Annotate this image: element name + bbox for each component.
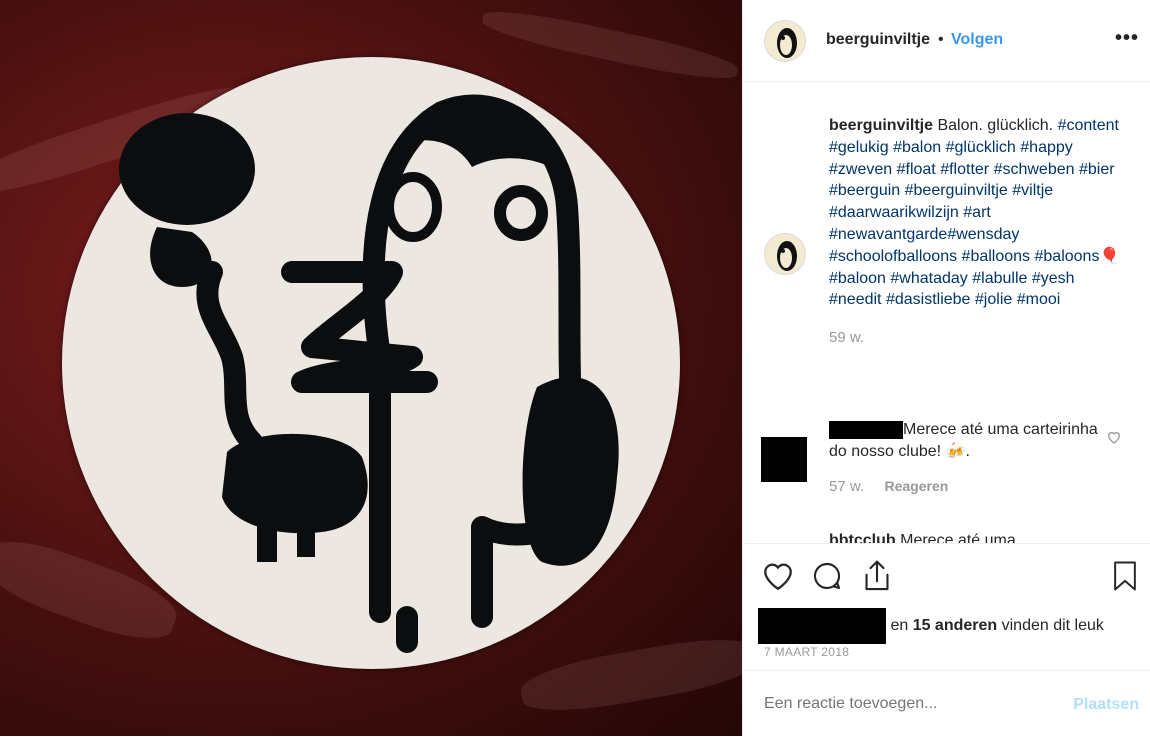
hashtag-link[interactable]: #whataday <box>890 270 967 287</box>
like-heart-icon[interactable] <box>761 560 795 597</box>
comment-item-partial: bbtcclub Merece até uma <box>829 532 1016 543</box>
hashtag-link[interactable]: #art <box>963 204 991 221</box>
hashtag-link[interactable]: #happy <box>1020 139 1073 156</box>
follow-button[interactable]: Volgen <box>951 31 1003 49</box>
hashtag-link[interactable]: #mooi <box>1017 291 1061 308</box>
hashtag-link[interactable]: #schweben <box>994 161 1075 178</box>
hashtag-link[interactable]: #beerguinviltje <box>905 182 1008 199</box>
caption-username[interactable]: beerguinviltje <box>829 117 933 134</box>
hashtag-link[interactable]: #float <box>897 161 936 178</box>
hashtag-link[interactable]: #baloons🎈 <box>1035 248 1120 265</box>
comment-input[interactable] <box>764 695 1044 713</box>
hashtag-link[interactable]: #viltje <box>1012 182 1053 199</box>
post-actions: en 15 anderen vinden dit leuk 7 MAART 20… <box>743 543 1150 736</box>
post-caption: beerguinviltje Balon. glücklich. #conten… <box>829 115 1129 349</box>
hashtag-link[interactable]: #yesh <box>1032 270 1075 287</box>
commenter-avatar-redacted <box>761 437 807 482</box>
comment-like-heart-icon[interactable] <box>1106 429 1122 450</box>
comment-bubble-icon[interactable] <box>811 560 843 597</box>
hashtag-link[interactable]: #needit <box>829 291 882 308</box>
hashtag-link[interactable]: #balon <box>893 139 941 156</box>
post-header: beerguinviltje • Volgen ••• <box>743 0 1150 82</box>
hashtag-link[interactable]: #jolie <box>975 291 1012 308</box>
save-bookmark-icon[interactable] <box>1112 560 1138 597</box>
more-options-icon[interactable]: ••• <box>1115 27 1139 50</box>
caption-text: Balon. glücklich. <box>937 117 1054 134</box>
hashtag-link[interactable]: #daarwaarikwilzijn <box>829 204 959 221</box>
redacted-username <box>829 420 903 439</box>
hashtag-link[interactable]: #content <box>1058 117 1119 134</box>
likes-count[interactable]: 15 anderen <box>913 617 997 634</box>
hashtag-link[interactable]: #flotter <box>940 161 989 178</box>
add-comment-bar: Plaatsen <box>743 670 1150 737</box>
hashtag-link[interactable]: #balloons <box>962 248 1031 265</box>
author-avatar[interactable] <box>764 20 806 62</box>
hashtag-link[interactable]: #schoolofballoons <box>829 248 957 265</box>
likes-summary: en 15 anderen vinden dit leuk <box>758 608 1104 644</box>
likes-middle: en <box>886 617 913 635</box>
likes-suffix: vinden dit leuk <box>997 617 1104 635</box>
hashtag-link[interactable]: #beerguin <box>829 182 900 199</box>
hashtag-link[interactable]: #zweven <box>829 161 892 178</box>
coaster-drawing <box>62 57 680 669</box>
redacted-liker <box>758 608 886 644</box>
comment-username[interactable]: bbtcclub <box>829 532 896 543</box>
caption-hashtags: #content #gelukig #balon #glücklich #hap… <box>829 117 1119 308</box>
hashtag-link[interactable]: #glücklich <box>946 139 1016 156</box>
author-username[interactable]: beerguinviltje <box>826 31 930 49</box>
hashtag-link[interactable]: #bier <box>1079 161 1115 178</box>
comments-list[interactable]: beerguinviltje Balon. glücklich. #conten… <box>743 83 1150 543</box>
separator-dot: • <box>938 31 944 48</box>
comment-item: Merece até uma carteirinha do nosso club… <box>829 419 1109 498</box>
share-icon[interactable] <box>861 559 893 598</box>
reply-button[interactable]: Reageren <box>884 478 948 494</box>
hashtag-link[interactable]: #labulle <box>972 270 1027 287</box>
caption-avatar[interactable] <box>764 233 806 275</box>
post-side-panel: beerguinviltje • Volgen ••• beerguinvilt… <box>742 0 1150 736</box>
post-photo[interactable] <box>0 0 742 736</box>
hashtag-link[interactable]: #newavantgarde#wensday <box>829 226 1019 243</box>
hashtag-link[interactable]: #dasistliebe <box>886 291 971 308</box>
comment-text: Merece até uma <box>900 532 1016 543</box>
caption-age[interactable]: 59 w. <box>829 327 1129 349</box>
post-date[interactable]: 7 MAART 2018 <box>764 645 849 659</box>
post-comment-button[interactable]: Plaatsen <box>1073 696 1139 714</box>
hashtag-link[interactable]: #baloon <box>829 270 886 287</box>
comment-age[interactable]: 57 w. <box>829 478 864 495</box>
hashtag-link[interactable]: #gelukig <box>829 139 889 156</box>
